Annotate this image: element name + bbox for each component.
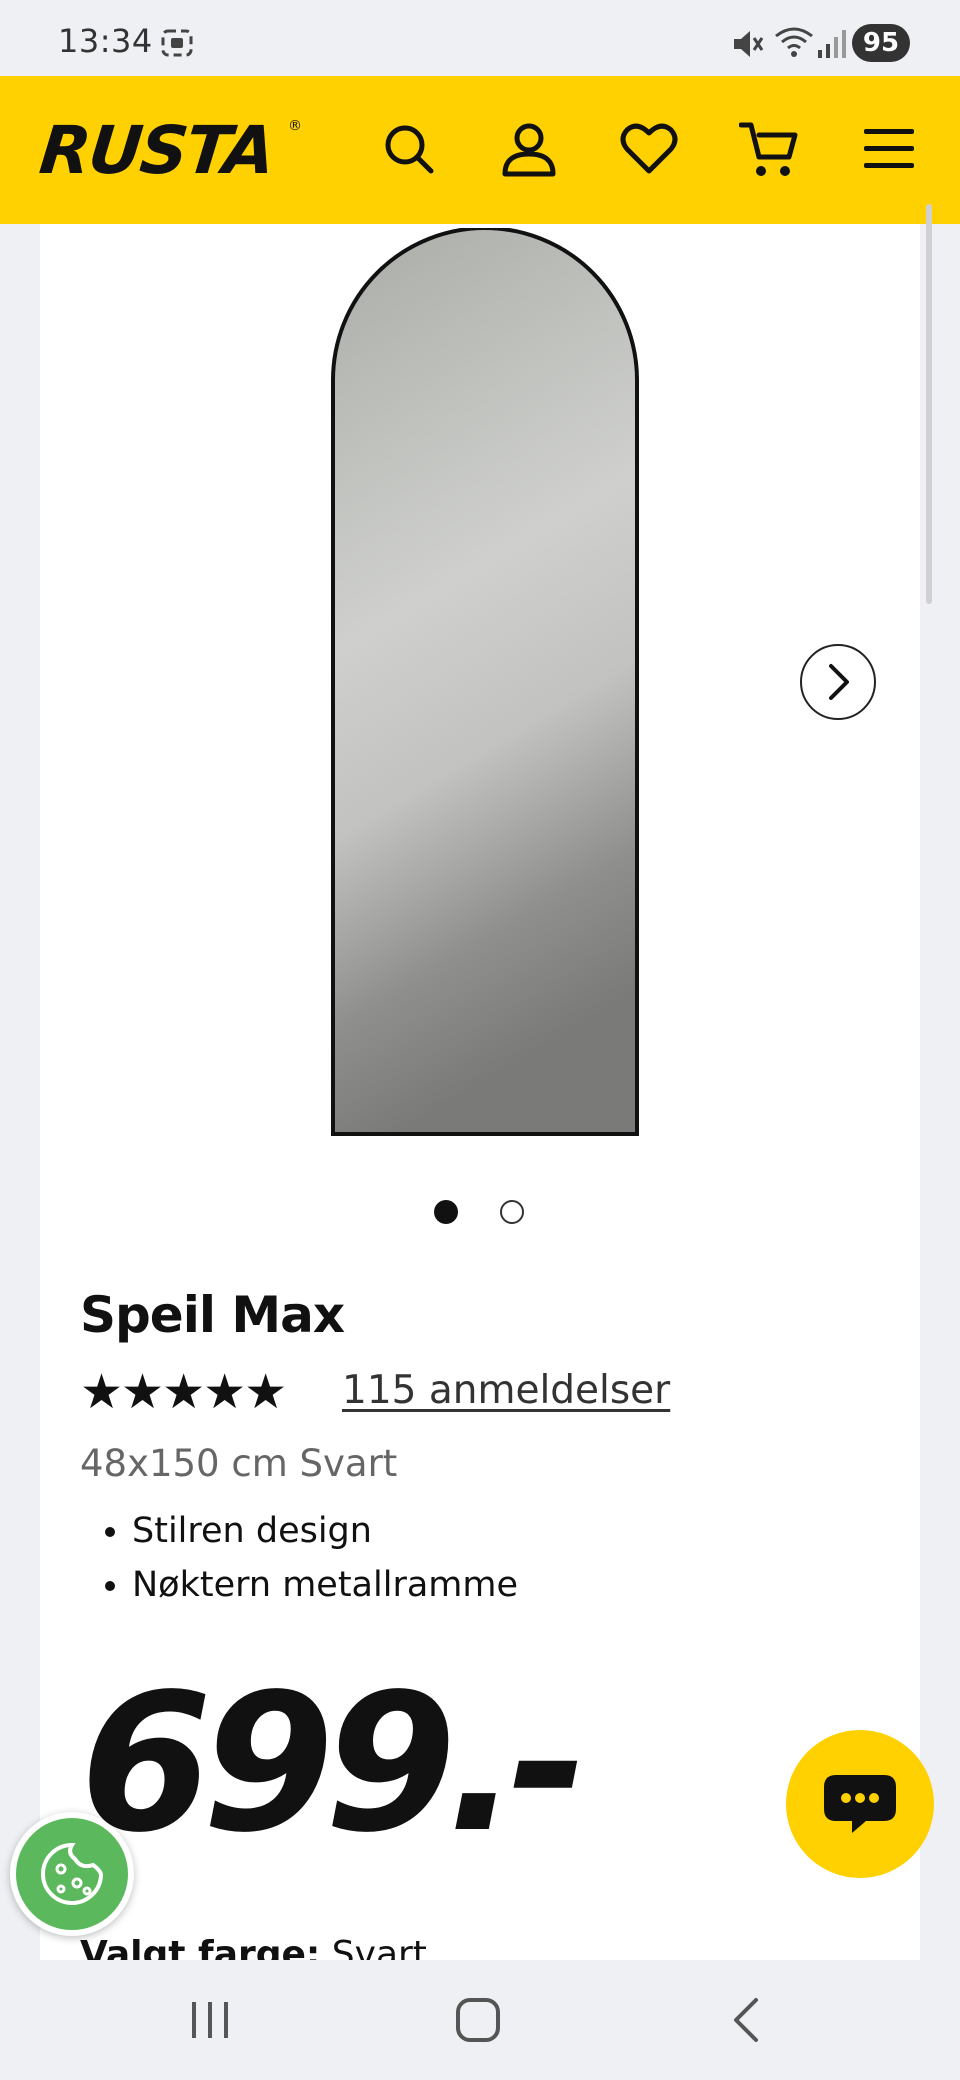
- product-title: Speil Max: [80, 1286, 345, 1344]
- rating-stars: ★★★★★: [80, 1364, 287, 1420]
- account-button[interactable]: [496, 116, 562, 182]
- status-bar: 13:34 95: [0, 0, 960, 76]
- search-icon: [385, 125, 434, 174]
- system-nav-bar: [0, 1960, 960, 2080]
- wifi-icon: [775, 27, 813, 57]
- chat-icon: [824, 1775, 896, 1833]
- product-variant: 48x150 cm Svart: [80, 1442, 398, 1485]
- account-icon: [502, 123, 556, 177]
- logo-registered-mark: ®: [288, 118, 302, 134]
- chat-button[interactable]: [786, 1730, 934, 1878]
- product-card: Speil Max ★★★★★ 115 anmeldelser 48x150 c…: [40, 224, 920, 1960]
- wishlist-button[interactable]: [616, 116, 682, 182]
- battery-indicator: 95: [852, 24, 910, 62]
- cart-button[interactable]: [736, 116, 802, 182]
- cookie-icon: [41, 1842, 104, 1905]
- recent-apps-button[interactable]: [170, 1990, 250, 2050]
- back-button[interactable]: [706, 1990, 786, 2050]
- scrollbar[interactable]: [926, 204, 932, 604]
- back-icon: [734, 1998, 758, 2042]
- menu-button[interactable]: [856, 116, 922, 182]
- reviews-link[interactable]: 115 anmeldelser: [342, 1368, 670, 1413]
- menu-icon: [864, 129, 914, 168]
- cookie-settings-button[interactable]: [10, 1812, 134, 1936]
- feature-item: Nøktern metallramme: [132, 1558, 518, 1612]
- selected-color-label: Valgt farge:: [80, 1934, 321, 1960]
- product-price: 699.-: [80, 1653, 588, 1874]
- site-header: RUSTA ®: [0, 76, 960, 224]
- home-button[interactable]: [438, 1990, 518, 2050]
- status-time: 13:34: [58, 22, 153, 60]
- gallery-dot-2[interactable]: [500, 1200, 524, 1224]
- feature-list: Stilren design Nøktern metallramme: [80, 1504, 518, 1612]
- gallery-dot-1[interactable]: [434, 1200, 458, 1224]
- gallery-next-button[interactable]: [800, 644, 876, 720]
- selected-color-value: Svart: [331, 1934, 427, 1960]
- feature-item: Stilren design: [132, 1504, 518, 1558]
- search-button[interactable]: [376, 116, 442, 182]
- rusta-logo[interactable]: RUSTA: [36, 112, 277, 189]
- signal-icon: [818, 30, 846, 58]
- mute-icon: [734, 31, 764, 57]
- recent-apps-icon: [192, 2002, 228, 2038]
- product-image[interactable]: [330, 228, 640, 1138]
- heart-icon: [620, 123, 678, 174]
- home-icon: [456, 1998, 500, 2042]
- screenshot-icon: [161, 29, 193, 57]
- chevron-right-icon: [829, 664, 849, 700]
- selected-color: Valgt farge: Svart: [80, 1934, 427, 1960]
- cart-icon: [739, 122, 798, 176]
